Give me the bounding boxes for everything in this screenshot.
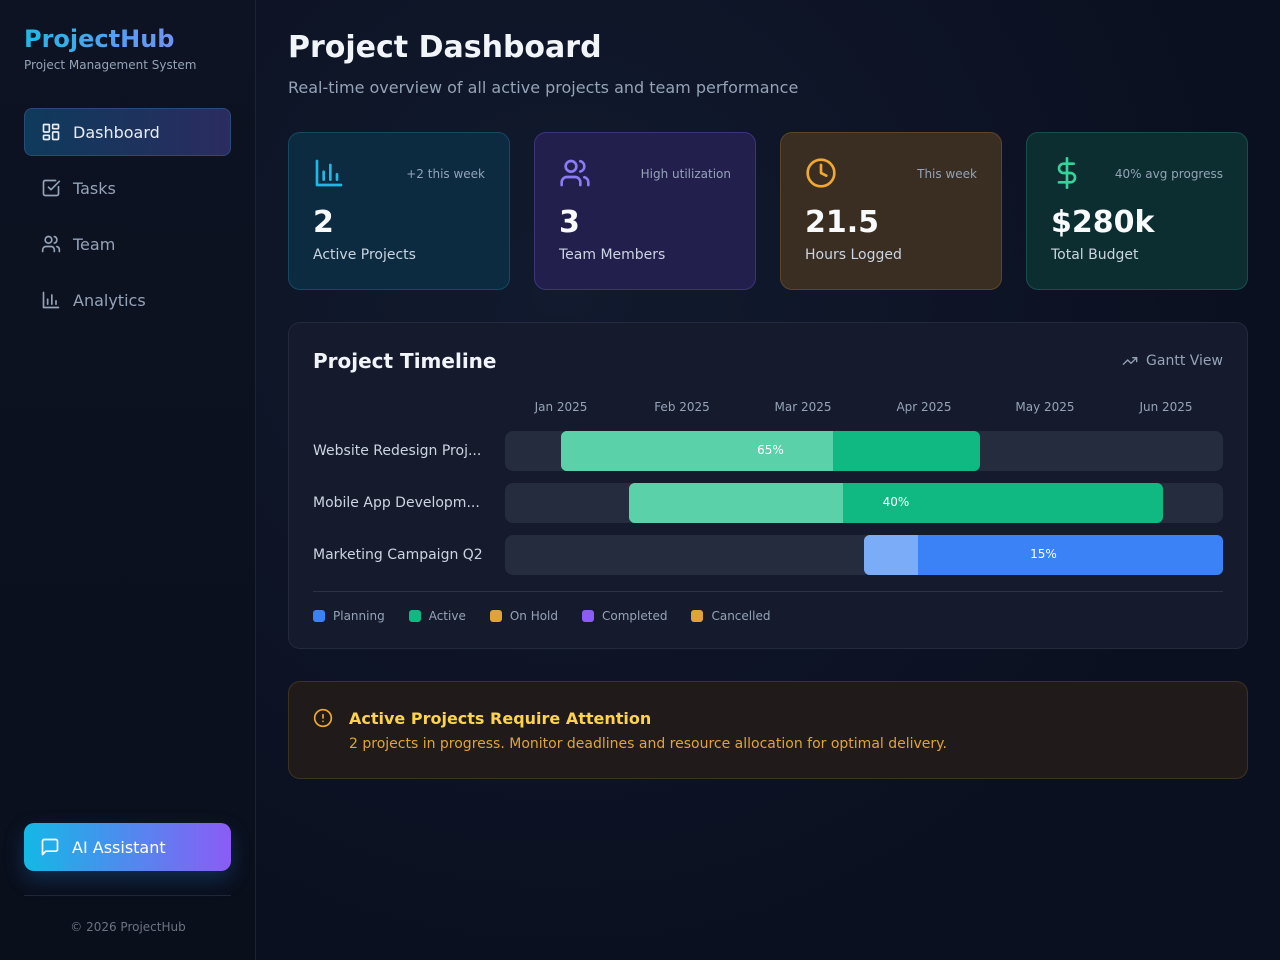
main-content: Project Dashboard Real-time overview of … (256, 0, 1280, 960)
nav-item-label: Team (73, 234, 116, 254)
stat-note: High utilization (640, 167, 731, 181)
legend-item-cancelled: Cancelled (691, 609, 770, 623)
alert-title: Active Projects Require Attention (349, 709, 652, 728)
project-name[interactable]: Mobile App Developm... (313, 495, 485, 511)
legend-swatch (489, 610, 502, 622)
checkbox-icon (42, 179, 61, 197)
project-name[interactable]: Marketing Campaign Q2 (313, 547, 485, 563)
month-label: May 2025 (1015, 400, 1075, 414)
progress-percent: 65% (757, 443, 784, 457)
nav-item-analytics[interactable]: Analytics (24, 276, 231, 324)
gantt-track: 40% (505, 483, 1223, 523)
month-label: Jun 2025 (1139, 400, 1193, 414)
stat-value: 21.5 (805, 205, 880, 240)
stat-card-team-members: High utilization 3 Team Members (534, 132, 756, 290)
nav-item-dashboard[interactable]: Dashboard (24, 108, 231, 156)
sidebar: ProjectHub Project Management System Das… (0, 0, 256, 960)
gantt-bar[interactable]: 40% (629, 483, 1163, 523)
project-name[interactable]: Website Redesign Proj... (313, 443, 485, 459)
stat-value: $280k (1051, 205, 1155, 240)
progress-percent: 40% (882, 495, 910, 509)
stat-value: 3 (559, 205, 580, 240)
legend-label: Cancelled (711, 609, 771, 623)
brand: ProjectHub Project Management System (24, 24, 196, 72)
legend-item-active: Active (408, 609, 466, 623)
nav-item-team[interactable]: Team (24, 220, 231, 268)
month-label: Jan 2025 (534, 400, 588, 414)
grid-icon (42, 123, 60, 141)
page-title: Project Dashboard (288, 30, 602, 65)
project-timeline: Project Timeline Gantt View Jan 2025 Feb… (288, 322, 1248, 649)
timeline-title: Project Timeline (313, 349, 497, 373)
legend-label: Completed (602, 609, 668, 623)
nav-item-label: Tasks (73, 178, 116, 198)
chat-icon (41, 838, 59, 856)
gantt-view-label: Gantt View (1146, 353, 1223, 369)
legend-item-on-hold: On Hold (489, 609, 559, 623)
sidebar-divider (24, 895, 231, 896)
timeline-divider (313, 591, 1223, 592)
stat-card-hours-logged: This week 21.5 Hours Logged (780, 132, 1002, 290)
legend-item-planning: Planning (313, 609, 385, 623)
users-icon (41, 235, 61, 253)
stat-label: Hours Logged (805, 247, 902, 263)
stat-card-active-projects: +2 this week 2 Active Projects (288, 132, 510, 290)
brand-title[interactable]: ProjectHub (24, 24, 196, 54)
gantt-track: 15% (505, 535, 1223, 575)
stat-note: +2 this week (406, 167, 485, 181)
gantt-track: 65% (505, 431, 1223, 471)
stat-label: Team Members (559, 247, 666, 263)
brand-subtitle: Project Management System (24, 58, 197, 72)
progress-percent: 15% (1030, 547, 1057, 561)
legend-label: Planning (333, 609, 385, 623)
stat-value: 2 (313, 205, 334, 240)
users-icon (560, 159, 590, 187)
gantt-bar[interactable]: 15% (864, 535, 1223, 575)
bar-chart-icon (315, 159, 343, 187)
nav-item-tasks[interactable]: Tasks (24, 164, 231, 212)
alert-circle-icon (313, 708, 333, 728)
stat-label: Active Projects (313, 247, 416, 263)
stat-note: This week (917, 167, 977, 181)
gantt-bar[interactable]: 65% (561, 431, 980, 471)
nav-item-label: Analytics (73, 290, 146, 310)
month-label: Apr 2025 (896, 400, 952, 414)
bar-chart-icon (42, 291, 60, 309)
legend-label: Active (428, 609, 466, 623)
legend-swatch (408, 610, 421, 622)
legend-swatch (313, 610, 325, 622)
clock-icon (806, 158, 836, 188)
nav-item-label: Dashboard (73, 122, 160, 142)
stat-card-total-budget: 40% avg progress $280k Total Budget (1026, 132, 1248, 290)
trending-up-icon (1122, 357, 1138, 365)
ai-assistant-label: AI Assistant (72, 837, 166, 857)
legend-swatch (582, 610, 595, 622)
attention-alert: Active Projects Require Attention 2 proj… (288, 681, 1248, 779)
dollar-icon (1057, 157, 1077, 189)
alert-text: 2 projects in progress. Monitor deadline… (349, 736, 947, 752)
month-label: Mar 2025 (774, 400, 832, 414)
legend-label: On Hold (509, 609, 559, 623)
main-nav: Dashboard Tasks Team Analytics (24, 108, 231, 332)
copyright: © 2026 ProjectHub (70, 920, 186, 934)
legend-swatch (691, 610, 704, 622)
stat-label: Total Budget (1051, 247, 1139, 263)
status-legend: Planning Active On Hold Completed Cancel… (313, 609, 794, 623)
ai-assistant-button[interactable]: AI Assistant (24, 823, 231, 871)
gantt-view-button[interactable]: Gantt View (1122, 353, 1223, 369)
page-subtitle: Real-time overview of all active project… (288, 78, 799, 97)
stat-note: 40% avg progress (1114, 167, 1223, 181)
legend-item-completed: Completed (582, 609, 667, 623)
month-label: Feb 2025 (654, 400, 710, 414)
